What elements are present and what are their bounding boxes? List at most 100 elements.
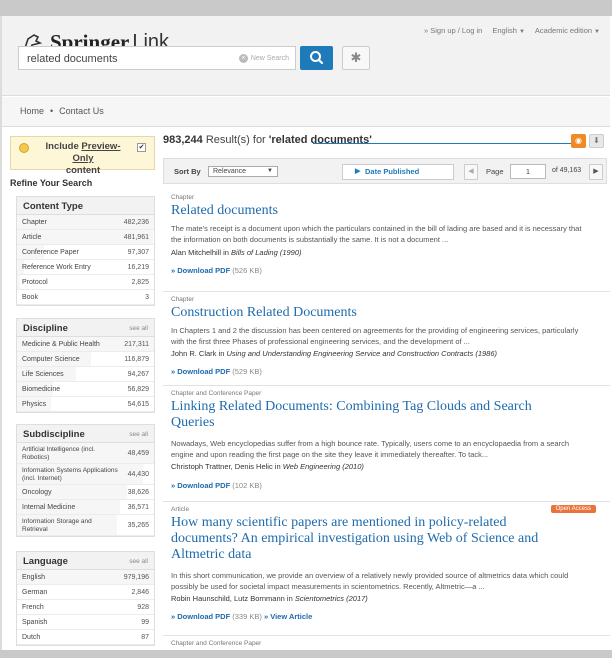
browser-bottom-bar bbox=[0, 650, 612, 658]
chevron-down-icon: ▼ bbox=[518, 29, 525, 35]
facet-item[interactable]: German 2,846 bbox=[17, 585, 154, 600]
result-type: Chapter and Conference Paper bbox=[171, 390, 262, 397]
facet-item[interactable]: Computer Science 116,879 bbox=[17, 352, 154, 367]
page-total: of 49,163 bbox=[552, 167, 582, 174]
gear-icon: ✱ bbox=[350, 50, 362, 65]
result-title-link[interactable]: Construction Related Documents bbox=[171, 305, 563, 321]
preview-only-link[interactable]: Preview-Only bbox=[72, 141, 120, 164]
triangle-right-icon: ▶ bbox=[355, 168, 361, 175]
result-count: 983,244 Result(s) for 'related documents… bbox=[163, 134, 372, 146]
preview-only-checkbox[interactable]: ✔ bbox=[137, 143, 146, 152]
facet-item[interactable]: Internal Medicine 36,571 bbox=[17, 500, 154, 515]
prev-page-button[interactable]: ◀ bbox=[464, 164, 478, 180]
result-source-link[interactable]: Bills of Lading (1990) bbox=[231, 248, 301, 257]
facet-item-label: English bbox=[22, 574, 45, 581]
facet-item[interactable]: Article 481,961 bbox=[17, 230, 154, 245]
home-link[interactable]: Home bbox=[20, 106, 44, 116]
facet-item[interactable]: Life Sciences 94,267 bbox=[17, 367, 154, 382]
facet-subdiscipline: Subdiscipline see all Artificial Intelli… bbox=[16, 424, 155, 537]
breadcrumb-nav: Home • Contact Us bbox=[2, 97, 610, 127]
result-title-link[interactable]: Related documents bbox=[171, 203, 563, 219]
see-all-link[interactable]: see all bbox=[129, 431, 148, 438]
edition-selector[interactable]: Academic edition ▼ bbox=[535, 26, 600, 35]
facet-item[interactable]: Spanish 99 bbox=[17, 615, 154, 630]
facet-item-count: 87 bbox=[141, 634, 149, 641]
facet-content-type: Content Type Chapter 482,236 Article 481,96… bbox=[16, 196, 155, 306]
facet-item[interactable]: Biomedicine 56,829 bbox=[17, 382, 154, 397]
language-selector[interactable]: English ▼ bbox=[492, 26, 525, 35]
facet-item[interactable]: Chapter 482,236 bbox=[17, 215, 154, 230]
facet-item-count: 99 bbox=[141, 619, 149, 626]
facet-item[interactable]: French 928 bbox=[17, 600, 154, 615]
rss-icon: ◉ bbox=[575, 136, 582, 145]
facet-item-label: Spanish bbox=[22, 619, 48, 626]
facet-title: Content Type bbox=[23, 201, 83, 212]
facet-item[interactable]: Artificial Intelligence (incl. Robotics)… bbox=[17, 443, 154, 464]
search-box: × New Search bbox=[18, 46, 296, 70]
result-authors: Christoph Trattner, Denis Helic in Web E… bbox=[171, 462, 364, 471]
result-source-link[interactable]: Using and Understanding Engineering Serv… bbox=[226, 349, 497, 358]
facet-item-count: 38,626 bbox=[127, 489, 149, 496]
facet-item[interactable]: Oncology 38,626 bbox=[17, 485, 154, 500]
download-pdf-link[interactable]: » Download PDF (102 KB) bbox=[171, 481, 262, 490]
clear-icon: × bbox=[238, 54, 248, 63]
browser-top-bar bbox=[0, 0, 612, 16]
view-article-link[interactable]: » View Article bbox=[262, 612, 312, 621]
page-number-input[interactable]: 1 bbox=[510, 164, 546, 179]
facet-item-count: 94,267 bbox=[127, 371, 149, 378]
see-all-link[interactable]: see all bbox=[129, 558, 148, 565]
rss-feed-button[interactable]: ◉ bbox=[571, 134, 586, 148]
result-source-link[interactable]: Scientometrics (2017) bbox=[295, 594, 368, 603]
facet-item-label: Protocol bbox=[22, 279, 48, 286]
facet-language: Language see all English 979,196 German 2,8… bbox=[16, 551, 155, 646]
facet-item[interactable]: Information Storage and Retrieval 35,265 bbox=[17, 515, 154, 536]
contact-us-link[interactable]: Contact Us bbox=[59, 106, 104, 116]
download-pdf-link[interactable]: » Download PDF (526 KB) bbox=[171, 266, 262, 275]
sort-select[interactable]: Relevance ▼ bbox=[208, 166, 278, 177]
facet-item-count: 217,311 bbox=[124, 341, 149, 348]
facet-item[interactable]: Dutch 87 bbox=[17, 630, 154, 645]
facet-item-label: Computer Science bbox=[22, 356, 80, 363]
facet-item-count: 928 bbox=[137, 604, 149, 611]
facet-item[interactable]: English 979,196 bbox=[17, 570, 154, 585]
date-published-button[interactable]: ▶ Date Published bbox=[342, 164, 454, 180]
search-settings-button[interactable]: ✱ bbox=[342, 46, 370, 70]
facet-item[interactable]: Book 3 bbox=[17, 290, 154, 305]
search-input[interactable] bbox=[27, 52, 227, 66]
result-snippet: The mate's receipt is a document upon wh… bbox=[171, 224, 582, 244]
result-source-link[interactable]: Web Engineering (2010) bbox=[283, 462, 364, 471]
facet-item-label: Book bbox=[22, 294, 38, 301]
new-search-button[interactable]: × New Search bbox=[238, 54, 289, 63]
facet-header: Subdiscipline see all bbox=[17, 425, 154, 443]
download-pdf-link[interactable]: » Download PDF (529 KB) bbox=[171, 367, 262, 376]
facet-item[interactable]: Information Systems Applications (incl. … bbox=[17, 464, 154, 485]
result-title-link[interactable]: How many scientific papers are mentioned… bbox=[171, 515, 563, 563]
facet-item[interactable]: Conference Paper 97,307 bbox=[17, 245, 154, 260]
facet-item-count: 56,829 bbox=[127, 386, 149, 393]
result-type: Chapter bbox=[171, 194, 195, 201]
facet-item-label: Information Systems Applications (incl. … bbox=[22, 467, 118, 482]
result-type: Chapter and Conference Paper bbox=[171, 640, 262, 647]
facet-item-count: 2,846 bbox=[131, 589, 149, 596]
facet-item[interactable]: Reference Work Entry 16,219 bbox=[17, 260, 154, 275]
download-icon: ⬇ bbox=[593, 136, 600, 145]
facet-item-count: 44,430 bbox=[127, 471, 149, 478]
download-pdf-link[interactable]: » Download PDF (339 KB) » View Article bbox=[171, 612, 312, 621]
facet-title: Language bbox=[23, 556, 68, 567]
facet-item[interactable]: Medicine & Public Health 217,311 bbox=[17, 337, 154, 352]
facet-title: Subdiscipline bbox=[23, 429, 85, 440]
result-item: Chapter Construction Related Documents I… bbox=[163, 292, 610, 386]
facet-item[interactable]: Protocol 2,825 bbox=[17, 275, 154, 290]
see-all-link[interactable]: see all bbox=[129, 325, 148, 332]
facet-item-count: 48,459 bbox=[127, 450, 149, 457]
facet-item[interactable]: Physics 54,615 bbox=[17, 397, 154, 412]
sign-up-login-link[interactable]: » Sign up / Log in bbox=[424, 26, 482, 35]
search-button[interactable] bbox=[300, 46, 333, 70]
result-title-link[interactable]: Linking Related Documents: Combining Tag… bbox=[171, 399, 563, 431]
preview-only-toggle[interactable]: Include Preview-Only content ✔ bbox=[10, 136, 155, 176]
chevron-down-icon: ▼ bbox=[267, 168, 273, 174]
next-page-button[interactable]: ▶ bbox=[589, 164, 603, 180]
download-results-button[interactable]: ⬇ bbox=[589, 134, 604, 148]
nav-separator: • bbox=[50, 106, 54, 116]
result-item: Article Open Access How many scientific … bbox=[163, 502, 610, 636]
